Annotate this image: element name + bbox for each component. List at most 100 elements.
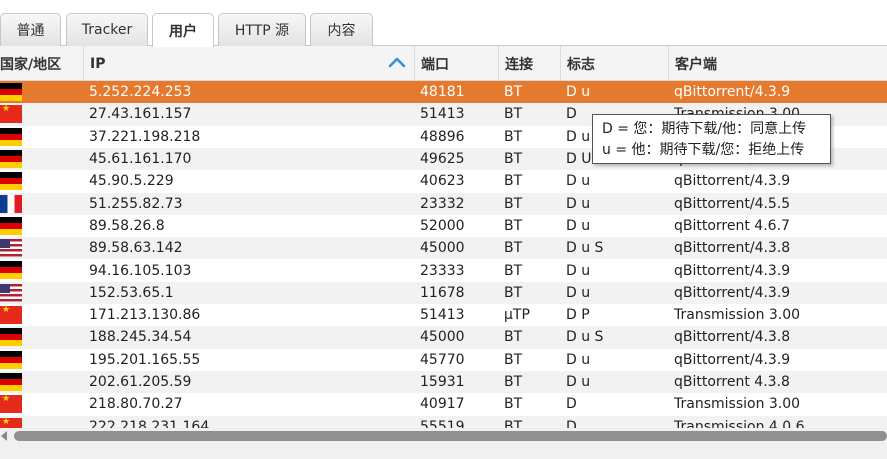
table-row[interactable]: 89.58.63.142 45000 BT D u S qBittorrent/4.3.… <box>0 237 887 260</box>
table-row[interactable]: 45.90.5.229 40623 BT D u qBittorrent/4.3.9 <box>0 170 887 193</box>
country-flag-icon <box>0 328 22 347</box>
peer-ip: 51.255.82.73 <box>89 195 183 212</box>
table-row[interactable]: 5.252.224.253 48181 BT D u qBittorrent/4.3.9 <box>0 81 887 104</box>
peer-client: qBittorrent/4.3.9 <box>674 173 791 190</box>
peer-connection: BT <box>504 418 523 428</box>
country-flag-icon <box>0 305 22 324</box>
peer-client: Transmission 3.00 <box>674 307 801 324</box>
country-flag-icon <box>0 261 22 280</box>
peer-ip: 171.213.130.86 <box>89 307 201 324</box>
tab-general[interactable]: 普通 <box>0 13 61 46</box>
country-flag-icon <box>0 172 22 191</box>
column-header-client[interactable]: 客户端 <box>669 46 887 81</box>
peer-ip: 27.43.161.157 <box>89 106 192 123</box>
peer-connection: BT <box>504 396 523 413</box>
peer-ip: 202.61.205.59 <box>89 374 192 391</box>
peer-connection: BT <box>504 84 523 101</box>
peer-port: 45000 <box>420 329 465 346</box>
column-header-connection[interactable]: 连接 <box>499 46 561 81</box>
country-flag-icon <box>0 239 22 258</box>
peer-client: qBittorrent/4.5.5 <box>674 195 791 212</box>
country-flag-icon <box>0 194 22 213</box>
peer-port: 55519 <box>420 418 465 428</box>
peer-connection: BT <box>504 195 523 212</box>
country-flag-icon <box>0 127 22 146</box>
peer-port: 11678 <box>420 284 465 301</box>
country-flag-icon <box>0 283 22 302</box>
peer-connection: μTP <box>504 307 530 324</box>
column-label: 端口 <box>421 56 449 73</box>
peer-ip: 45.90.5.229 <box>89 173 174 190</box>
peer-ip: 5.252.224.253 <box>89 84 192 101</box>
peer-port: 48181 <box>420 84 465 101</box>
table-row[interactable]: 51.255.82.73 23332 BT D u qBittorrent/4.5.5 <box>0 192 887 215</box>
tab-label: 用户 <box>169 23 197 40</box>
column-label: 标志 <box>567 56 595 73</box>
peer-port: 49625 <box>420 151 465 168</box>
tab-tracker[interactable]: Tracker <box>66 13 148 46</box>
peer-flags: D u <box>566 84 591 101</box>
column-label: 国家/地区 <box>0 56 62 73</box>
table-row[interactable]: 202.61.205.59 15931 BT D u qBittorrent 4.3.8 <box>0 370 887 394</box>
table-row[interactable]: 222.218.231.164 55519 BT D Transmission 4.0.… <box>0 415 887 428</box>
peer-client: qBittorrent 4.3.8 <box>674 374 790 391</box>
peer-flags: D <box>566 418 577 428</box>
country-flag-icon <box>0 83 22 101</box>
horizontal-scrollbar[interactable] <box>0 428 887 444</box>
peer-client: qBittorrent 4.6.7 <box>674 217 790 234</box>
country-flag-icon <box>0 350 22 369</box>
peer-connection: BT <box>504 374 523 391</box>
peer-connection: BT <box>504 151 523 168</box>
table-row[interactable]: 94.16.105.103 23333 BT D u qBittorrent/4.3.9 <box>0 259 887 282</box>
country-flag-icon <box>0 394 22 414</box>
peer-client: qBittorrent/4.3.9 <box>674 284 791 301</box>
peer-connection: BT <box>504 173 523 190</box>
peer-client: qBittorrent/4.3.9 <box>674 262 791 279</box>
peer-flags: D u <box>566 351 591 368</box>
country-flag-icon <box>0 149 22 168</box>
peer-flags: D u S <box>566 329 604 346</box>
tab-label: HTTP 源 <box>234 23 290 39</box>
peer-flags: D u S <box>566 240 604 257</box>
table-row[interactable]: 171.213.130.86 51413 μTP D P Transmission 3.… <box>0 304 887 327</box>
tab-peers[interactable]: 用户 <box>152 13 214 47</box>
peer-port: 15931 <box>420 374 465 391</box>
column-header-country[interactable]: 国家/地区 <box>0 46 84 81</box>
peer-ip: 94.16.105.103 <box>89 262 192 279</box>
scrollbar-thumb[interactable] <box>14 431 887 441</box>
table-row[interactable]: 195.201.165.55 45770 BT D u qBittorrent/4.3.… <box>0 348 887 371</box>
column-label: 客户端 <box>675 56 717 73</box>
table-row[interactable]: 218.80.70.27 40917 BT D Transmission 3.00 <box>0 393 887 416</box>
table-header: 国家/地区 IP 端口 连接 标志 客户端 <box>0 46 887 81</box>
scroll-left-icon[interactable] <box>1 431 7 441</box>
peer-flags: D u <box>566 217 591 234</box>
column-header-ip[interactable]: IP <box>84 46 415 81</box>
column-header-port[interactable]: 端口 <box>415 46 499 81</box>
column-label: 连接 <box>505 56 533 73</box>
column-label: IP <box>90 55 106 72</box>
peer-connection: BT <box>504 106 523 123</box>
peer-client: qBittorrent/4.3.9 <box>674 351 791 368</box>
tab-label: 内容 <box>327 23 356 39</box>
table-row[interactable]: 152.53.65.1 11678 BT D u qBittorrent/4.3.9 <box>0 281 887 304</box>
peer-flags: D u <box>566 374 591 391</box>
peer-port: 51413 <box>420 106 465 123</box>
table-row[interactable]: 188.245.34.54 45000 BT D u S qBittorrent/4.3… <box>0 326 887 349</box>
peer-ip: 218.80.70.27 <box>89 396 183 413</box>
peers-table: 国家/地区 IP 端口 连接 标志 客户端 5.252.224.253 48181… <box>0 46 887 428</box>
tab-http-sources[interactable]: HTTP 源 <box>218 13 306 46</box>
tab-content[interactable]: 内容 <box>310 13 373 46</box>
peer-connection: BT <box>504 262 523 279</box>
peer-port: 40623 <box>420 173 465 190</box>
column-header-flags[interactable]: 标志 <box>561 46 669 81</box>
table-row[interactable]: 89.58.26.8 52000 BT D u qBittorrent 4.6.7 <box>0 214 887 238</box>
peer-flags: D <box>566 396 577 413</box>
peer-port: 40917 <box>420 396 465 413</box>
peer-client: qBittorrent/4.3.8 <box>674 329 791 346</box>
peer-ip: 222.218.231.164 <box>89 418 210 428</box>
peer-connection: BT <box>504 351 523 368</box>
peer-ip: 195.201.165.55 <box>89 351 201 368</box>
peer-port: 48896 <box>420 128 465 145</box>
peer-connection: BT <box>504 217 523 234</box>
tab-bar: 普通 Tracker 用户 HTTP 源 内容 <box>0 0 887 47</box>
